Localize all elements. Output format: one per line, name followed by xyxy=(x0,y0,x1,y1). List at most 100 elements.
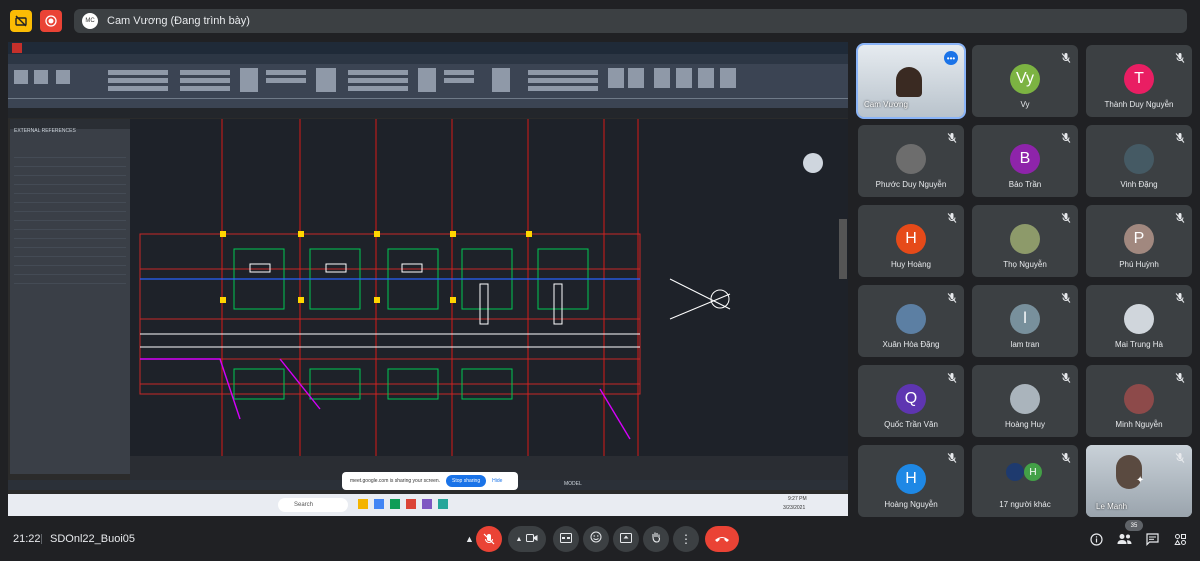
participant-tile[interactable]: Thọ Nguyễn xyxy=(972,205,1078,277)
taskbar-app-icons xyxy=(358,499,448,509)
mic-controls[interactable]: ▲ xyxy=(463,526,502,552)
more-options-icon[interactable]: ••• xyxy=(944,51,958,65)
presenter-chip[interactable]: MC Cam Vương (Đang trình bày) xyxy=(74,9,1187,33)
raise-hand-button[interactable] xyxy=(643,526,669,552)
camera-icon[interactable] xyxy=(526,530,538,548)
taskbar-date: 3/23/2021 xyxy=(783,505,806,511)
chat-icon[interactable] xyxy=(1143,530,1161,548)
participant-tile[interactable]: H 17 người khác xyxy=(972,445,1078,517)
participant-tile[interactable]: Vinh Đặng xyxy=(1086,125,1192,197)
participant-name: Vy xyxy=(1020,100,1030,109)
participant-name: Thọ Nguyễn xyxy=(1003,260,1047,269)
participant-tile[interactable]: Xuân Hòa Đặng xyxy=(858,285,964,357)
participant-name: Bảo Trần xyxy=(1008,180,1042,189)
participant-name: Hoàng Huy xyxy=(1004,420,1046,429)
participant-name: Cam Vương xyxy=(864,100,908,109)
record-icon[interactable] xyxy=(40,10,62,32)
present-icon xyxy=(620,530,632,548)
participant-name: Le Manh xyxy=(1096,502,1128,511)
mic-off-icon xyxy=(1060,371,1072,383)
people-count-badge: 35 xyxy=(1125,520,1143,531)
participant-tile[interactable]: H Hoàng Nguyễn xyxy=(858,445,964,517)
mic-off-icon xyxy=(946,211,958,223)
person-silhouette xyxy=(896,67,922,97)
participant-tile[interactable]: Hoàng Huy xyxy=(972,365,1078,437)
mic-off-icon xyxy=(1060,51,1072,63)
participant-tile[interactable]: P Phú Huỳnh xyxy=(1086,205,1192,277)
presenter-avatar: MC xyxy=(82,13,98,29)
cad-drawing xyxy=(139,119,847,456)
participant-avatar: H xyxy=(896,464,926,494)
more-options-button[interactable]: ⋮ xyxy=(673,526,699,552)
taskbar-search-box[interactable]: Search xyxy=(278,498,348,512)
panel-title: EXTERNAL REFERENCES xyxy=(14,128,76,134)
more-options-icon: ⋮ xyxy=(680,532,692,546)
windows-taskbar: Search 9:27 PM 3/23/2021 xyxy=(8,494,848,516)
info-icon[interactable] xyxy=(1087,530,1105,548)
mic-off-icon xyxy=(946,451,958,463)
participant-tile[interactable]: H Huy Hoàng xyxy=(858,205,964,277)
participant-avatar: T xyxy=(1124,64,1154,94)
captions-icon xyxy=(560,530,572,548)
participant-tile[interactable]: ••• Cam Vương xyxy=(856,43,966,119)
presenter-label: Cam Vương (Đang trình bày) xyxy=(107,15,250,27)
participant-avatar: B xyxy=(1010,144,1040,174)
participant-photo xyxy=(896,144,926,174)
captions-off-icon[interactable] xyxy=(10,10,32,32)
participant-photo xyxy=(1124,144,1154,174)
status-model[interactable]: MODEL xyxy=(564,481,582,487)
participant-photo xyxy=(1124,304,1154,334)
captions-button[interactable] xyxy=(553,526,579,552)
participant-name: Phước Duy Nguyễn xyxy=(875,180,947,189)
participant-photo xyxy=(896,304,926,334)
autocad-ribbon-tabs xyxy=(8,54,848,64)
participant-tile[interactable]: Phước Duy Nguyễn xyxy=(858,125,964,197)
chevron-up-icon[interactable]: ▲ xyxy=(516,536,523,543)
participant-name: 17 người khác xyxy=(999,500,1051,509)
emoji-button[interactable] xyxy=(583,526,609,552)
participant-tile[interactable]: ✦ Le Manh xyxy=(1086,445,1192,517)
external-references-panel[interactable]: EXTERNAL REFERENCES xyxy=(10,119,130,474)
participant-avatar: Q xyxy=(896,384,926,414)
drawing-canvas[interactable] xyxy=(130,119,848,456)
participant-tile[interactable]: Minh Nguyễn xyxy=(1086,365,1192,437)
leave-call-icon xyxy=(714,530,730,548)
participant-tile[interactable]: B Bảo Trần xyxy=(972,125,1078,197)
ribbon-tools xyxy=(8,68,848,99)
present-button[interactable] xyxy=(613,526,639,552)
camera-controls[interactable]: ▲ xyxy=(508,526,546,552)
emoji-icon xyxy=(590,530,602,548)
mic-off-icon xyxy=(1174,131,1186,143)
panel-header: EXTERNAL REFERENCES xyxy=(10,119,130,134)
meeting-code: SDOnl22_Buoi05 xyxy=(50,533,136,545)
mic-off-icon xyxy=(1060,131,1072,143)
sparkle-icon[interactable]: ✦ xyxy=(1136,475,1144,486)
participant-avatar: l xyxy=(1010,304,1040,334)
participant-tile[interactable]: T Thành Duy Nguyễn xyxy=(1086,45,1192,117)
participant-name: Minh Nguyễn xyxy=(1115,420,1163,429)
mic-off-icon xyxy=(1174,371,1186,383)
screen-sharing-popup: meet.google.com is sharing your screen. … xyxy=(342,472,518,490)
mic-off-icon xyxy=(946,291,958,303)
participant-photo xyxy=(1006,463,1024,481)
mic-off-icon xyxy=(946,371,958,383)
hide-popup-link[interactable]: Hide xyxy=(492,478,502,484)
participant-tile[interactable]: Q Quốc Trần Văn xyxy=(858,365,964,437)
participant-photo xyxy=(1010,384,1040,414)
people-icon[interactable] xyxy=(1115,530,1133,548)
leave-call-button[interactable] xyxy=(705,526,739,552)
mic-off-icon xyxy=(946,131,958,143)
participant-tile[interactable]: Mai Trung Hà xyxy=(1086,285,1192,357)
mic-off-icon[interactable] xyxy=(476,526,502,552)
autocad-file-tabs xyxy=(8,108,848,118)
mic-off-icon xyxy=(1060,291,1072,303)
participant-avatar: H xyxy=(1024,463,1042,481)
participant-tile[interactable]: l lam tran xyxy=(972,285,1078,357)
participant-name: Xuân Hòa Đặng xyxy=(882,340,940,349)
participant-name: Thành Duy Nguyễn xyxy=(1104,100,1174,109)
participant-avatar: H xyxy=(896,224,926,254)
participant-name: Huy Hoàng xyxy=(890,260,932,269)
participant-tile[interactable]: Vy Vy xyxy=(972,45,1078,117)
stop-sharing-button[interactable]: Stop sharing xyxy=(446,475,487,487)
activities-icon[interactable] xyxy=(1171,530,1189,548)
